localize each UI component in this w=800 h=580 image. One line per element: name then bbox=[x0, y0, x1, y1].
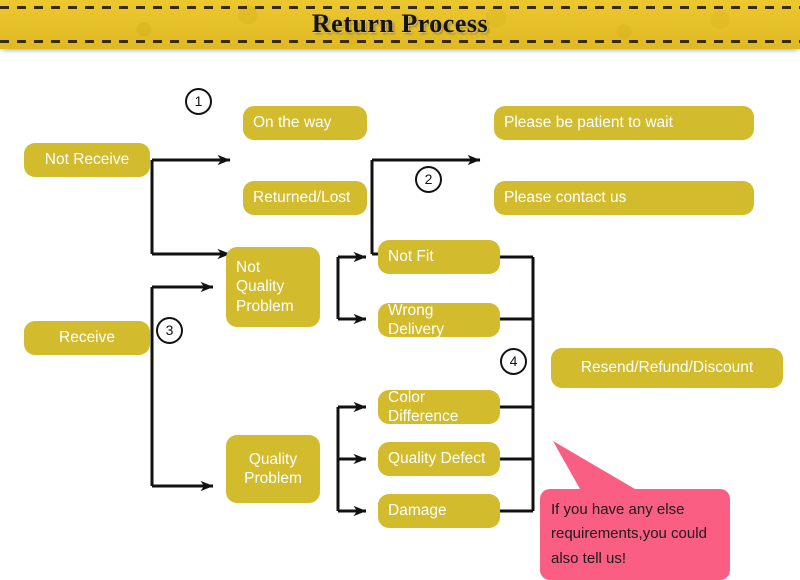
node-please-be-patient-to-wait[interactable]: Please be patient to wait bbox=[494, 106, 754, 140]
page-title: Return Process bbox=[311, 9, 489, 38]
node-not-receive[interactable]: Not Receive bbox=[24, 143, 150, 177]
return-process-flowchart: Not Receive On the way Returned/Lost Ple… bbox=[0, 49, 800, 580]
node-not-quality-problem[interactable]: Not Quality Problem bbox=[226, 247, 320, 327]
step-marker-3: 3 bbox=[156, 317, 183, 344]
step-marker-1: 1 bbox=[185, 88, 212, 115]
callout-bubble: If you have any else requirements,you co… bbox=[540, 489, 730, 580]
node-wrong-delivery[interactable]: Wrong Delivery bbox=[378, 302, 500, 338]
node-resend-refund-discount[interactable]: Resend/Refund/Discount bbox=[551, 348, 783, 388]
header-banner: Return Process bbox=[0, 0, 800, 49]
node-color-difference[interactable]: Color Difference bbox=[378, 389, 500, 425]
node-not-fit[interactable]: Not Fit bbox=[378, 240, 500, 274]
node-returned-lost[interactable]: Returned/Lost bbox=[243, 181, 367, 215]
node-damage[interactable]: Damage bbox=[378, 494, 500, 528]
node-quality-defect[interactable]: Quality Defect bbox=[378, 442, 500, 476]
step-marker-2: 2 bbox=[415, 166, 442, 193]
step-marker-4: 4 bbox=[500, 348, 527, 375]
node-quality-problem[interactable]: Quality Problem bbox=[226, 435, 320, 503]
node-please-contact-us[interactable]: Please contact us bbox=[494, 181, 754, 215]
node-on-the-way[interactable]: On the way bbox=[243, 106, 367, 140]
node-receive[interactable]: Receive bbox=[24, 321, 150, 355]
banner-dashed-line-bottom bbox=[0, 40, 800, 43]
